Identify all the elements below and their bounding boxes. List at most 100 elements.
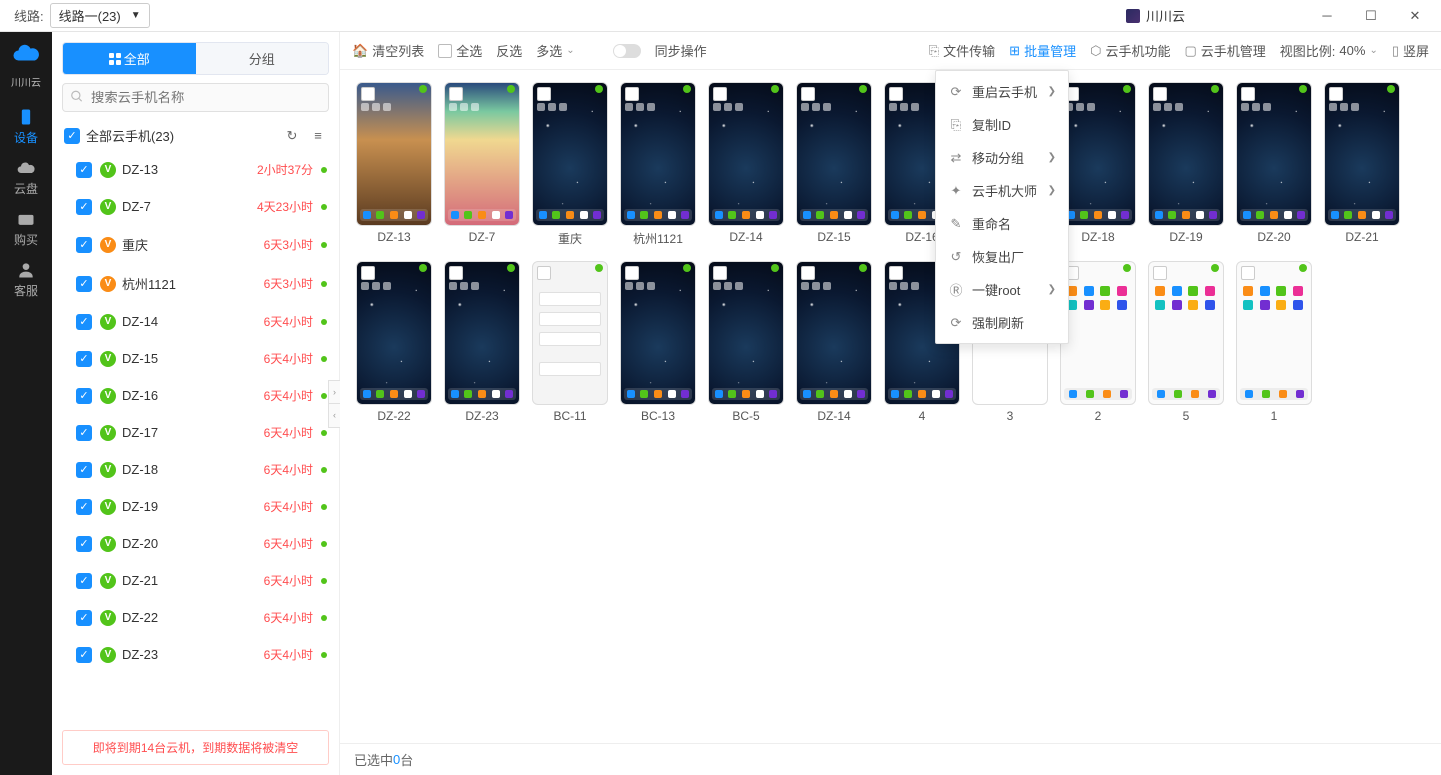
device-screen[interactable] — [1324, 82, 1400, 226]
device-list[interactable]: ✓VDZ-132小时37分✓VDZ-74天23小时✓V重庆6天3小时✓V杭州11… — [52, 151, 339, 724]
dropdown-item[interactable]: ⇄移动分组❯ — [936, 141, 1068, 174]
device-card[interactable]: DZ-14 — [796, 261, 872, 423]
device-row[interactable]: ✓VDZ-236天4小时 — [52, 636, 339, 673]
device-select-checkbox[interactable] — [713, 87, 727, 101]
select-all-button[interactable]: 全选 — [438, 41, 482, 60]
nav-item[interactable]: 购买 — [14, 201, 38, 252]
device-row[interactable]: ✓VDZ-74天23小时 — [52, 188, 339, 225]
dropdown-item[interactable]: ✎重命名 — [936, 207, 1068, 240]
device-card[interactable]: DZ-13 — [356, 82, 432, 247]
device-card[interactable]: 杭州1121 — [620, 82, 696, 247]
maximize-button[interactable]: ☐ — [1349, 1, 1393, 31]
nav-item[interactable]: 客服 — [14, 252, 38, 303]
nav-item[interactable]: 云盘 — [14, 150, 38, 201]
tab-all[interactable]: 全部 — [63, 43, 196, 74]
device-checkbox[interactable]: ✓ — [76, 199, 92, 215]
device-screen[interactable] — [1236, 261, 1312, 405]
device-select-checkbox[interactable] — [625, 266, 639, 280]
device-screen[interactable] — [356, 82, 432, 226]
device-select-checkbox[interactable] — [449, 87, 463, 101]
dropdown-item[interactable]: ⎘复制ID — [936, 108, 1068, 141]
dropdown-item[interactable]: ↺恢复出厂 — [936, 240, 1068, 273]
device-screen[interactable] — [1148, 261, 1224, 405]
device-checkbox[interactable]: ✓ — [76, 351, 92, 367]
device-row[interactable]: ✓VDZ-146天4小时 — [52, 303, 339, 340]
device-card[interactable]: 5 — [1148, 261, 1224, 423]
device-row[interactable]: ✓VDZ-206天4小时 — [52, 525, 339, 562]
invert-select-button[interactable]: 反选 — [496, 41, 522, 60]
dropdown-item[interactable]: ⟳重启云手机❯ — [936, 75, 1068, 108]
device-screen[interactable] — [796, 261, 872, 405]
device-screen[interactable] — [620, 82, 696, 226]
device-select-checkbox[interactable] — [889, 266, 903, 280]
device-screen[interactable] — [1060, 82, 1136, 226]
collapse-left-button[interactable]: ‹ — [329, 404, 340, 427]
minimize-button[interactable]: ─ — [1305, 1, 1349, 31]
dropdown-item[interactable]: Ⓡ一键root❯ — [936, 273, 1068, 306]
refresh-icon[interactable]: ↻ — [283, 128, 301, 144]
device-select-checkbox[interactable] — [1329, 87, 1343, 101]
device-screen[interactable] — [1060, 261, 1136, 405]
device-screen[interactable] — [708, 82, 784, 226]
collapse-right-button[interactable]: › — [329, 381, 340, 405]
device-select-checkbox[interactable] — [1153, 266, 1167, 280]
device-card[interactable]: DZ-23 — [444, 261, 520, 423]
device-checkbox[interactable]: ✓ — [76, 388, 92, 404]
device-checkbox[interactable]: ✓ — [76, 499, 92, 515]
device-card[interactable]: DZ-18 — [1060, 82, 1136, 247]
device-screen[interactable] — [620, 261, 696, 405]
device-screen[interactable] — [444, 261, 520, 405]
device-row[interactable]: ✓VDZ-186天4小时 — [52, 451, 339, 488]
device-screen[interactable] — [356, 261, 432, 405]
device-select-checkbox[interactable] — [1153, 87, 1167, 101]
device-card[interactable]: DZ-22 — [356, 261, 432, 423]
sync-toggle[interactable] — [613, 44, 641, 58]
device-screen[interactable] — [532, 261, 608, 405]
device-checkbox[interactable]: ✓ — [76, 425, 92, 441]
multi-select-button[interactable]: 多选 ⌄ — [536, 41, 574, 60]
device-row[interactable]: ✓VDZ-226天4小时 — [52, 599, 339, 636]
device-card[interactable]: BC-13 — [620, 261, 696, 423]
device-card[interactable]: DZ-15 — [796, 82, 872, 247]
device-screen[interactable] — [796, 82, 872, 226]
device-card[interactable]: 2 — [1060, 261, 1136, 423]
batch-manage-dropdown[interactable]: ⟳重启云手机❯⎘复制ID⇄移动分组❯✦云手机大师❯✎重命名↺恢复出厂Ⓡ一键roo… — [935, 70, 1069, 344]
device-card[interactable]: 1 — [1236, 261, 1312, 423]
search-input[interactable] — [62, 83, 329, 112]
device-select-checkbox[interactable] — [361, 87, 375, 101]
tab-group[interactable]: 分组 — [196, 43, 329, 74]
device-select-checkbox[interactable] — [537, 266, 551, 280]
device-checkbox[interactable]: ✓ — [76, 536, 92, 552]
device-card[interactable]: DZ-14 — [708, 82, 784, 247]
phone-manage-button[interactable]: ▢云手机管理 — [1184, 41, 1265, 60]
device-card[interactable]: DZ-21 — [1324, 82, 1400, 247]
file-transfer-button[interactable]: ⎘文件传输 — [929, 41, 995, 60]
device-row[interactable]: ✓VDZ-196天4小时 — [52, 488, 339, 525]
device-select-checkbox[interactable] — [449, 266, 463, 280]
sort-icon[interactable]: ≡ — [309, 128, 327, 143]
device-card[interactable]: BC-11 — [532, 261, 608, 423]
view-ratio-control[interactable]: 视图比例: 40% ⌄ — [1280, 41, 1378, 60]
nav-item[interactable]: 设备 — [14, 99, 38, 150]
device-row[interactable]: ✓VDZ-156天4小时 — [52, 340, 339, 377]
device-row[interactable]: ✓VDZ-216天4小时 — [52, 562, 339, 599]
device-screen[interactable] — [1236, 82, 1312, 226]
device-select-checkbox[interactable] — [801, 266, 815, 280]
device-select-checkbox[interactable] — [537, 87, 551, 101]
device-checkbox[interactable]: ✓ — [76, 237, 92, 253]
dropdown-item[interactable]: ⟳强制刷新 — [936, 306, 1068, 339]
device-checkbox[interactable]: ✓ — [76, 276, 92, 292]
device-card[interactable]: DZ-19 — [1148, 82, 1224, 247]
device-row[interactable]: ✓VDZ-176天4小时 — [52, 414, 339, 451]
device-checkbox[interactable]: ✓ — [76, 573, 92, 589]
device-card[interactable]: DZ-20 — [1236, 82, 1312, 247]
device-checkbox[interactable]: ✓ — [76, 162, 92, 178]
device-select-checkbox[interactable] — [1241, 266, 1255, 280]
device-select-checkbox[interactable] — [889, 87, 903, 101]
device-select-checkbox[interactable] — [1241, 87, 1255, 101]
device-grid[interactable]: DZ-13DZ-7重庆杭州1121DZ-14DZ-15DZ-16DZ-17DZ-… — [340, 70, 1441, 743]
orientation-button[interactable]: ▯竖屏 — [1392, 41, 1429, 60]
device-screen[interactable] — [532, 82, 608, 226]
clear-list-button[interactable]: 🏠 清空列表 — [352, 41, 424, 60]
device-checkbox[interactable]: ✓ — [76, 314, 92, 330]
